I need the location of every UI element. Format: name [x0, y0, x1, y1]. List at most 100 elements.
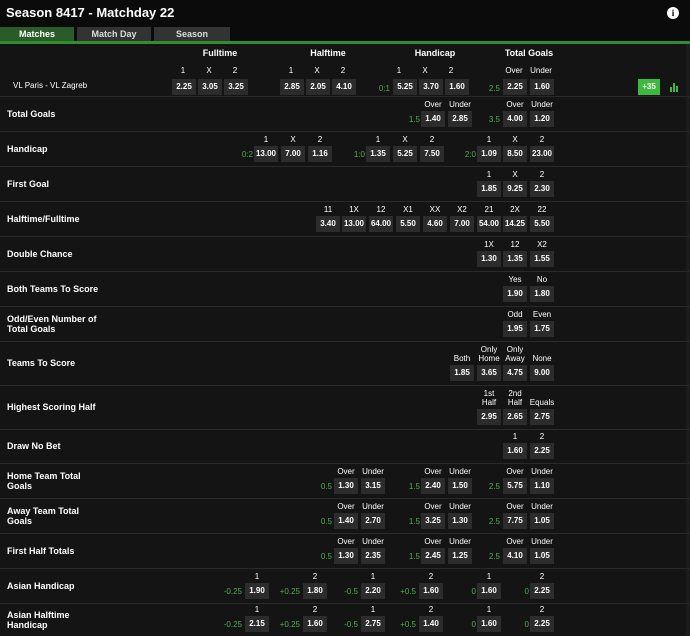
- odds-cell[interactable]: 4.10: [503, 548, 527, 564]
- odds-cell[interactable]: 1.35: [503, 251, 527, 267]
- odds-cell[interactable]: 2.70: [361, 513, 385, 529]
- odds-cell[interactable]: 1.40: [421, 111, 445, 127]
- odds-cell[interactable]: 1.90: [245, 583, 269, 599]
- market-label: Total Goals: [7, 108, 56, 119]
- odds-cell[interactable]: 1.60: [530, 79, 554, 95]
- tab-season[interactable]: Season: [154, 27, 230, 41]
- odds-cell[interactable]: 9.25: [503, 181, 527, 197]
- odds-subheader: 12: [510, 240, 520, 249]
- line-value: -0.5: [344, 620, 358, 629]
- odds-cell[interactable]: 1.30: [334, 478, 358, 494]
- odds-cell[interactable]: 54.00: [477, 216, 501, 232]
- odds-cell[interactable]: 2.40: [421, 478, 445, 494]
- odds-cell[interactable]: 2.95: [477, 409, 501, 425]
- odds-subheader: 2: [428, 605, 434, 614]
- odds-cell[interactable]: 1.30: [477, 251, 501, 267]
- info-icon[interactable]: i: [667, 7, 679, 19]
- odds-cell[interactable]: 1.30: [448, 513, 472, 529]
- odds-cell[interactable]: 5.50: [396, 216, 420, 232]
- odds-cell[interactable]: 1.16: [308, 146, 332, 162]
- odds-cell[interactable]: 23.00: [530, 146, 554, 162]
- odds-cell[interactable]: 14.25: [503, 216, 527, 232]
- odds-cell[interactable]: 1.60: [503, 443, 527, 459]
- odds-cell[interactable]: 5.25: [393, 79, 417, 95]
- odds-cell[interactable]: 1.30: [334, 548, 358, 564]
- odds-cell[interactable]: 3.25: [421, 513, 445, 529]
- odds-cell[interactable]: 1.05: [530, 513, 554, 529]
- odds-cell[interactable]: 2.75: [530, 409, 554, 425]
- scrollbar[interactable]: [686, 44, 690, 636]
- odds-cell[interactable]: 2.25: [530, 583, 554, 599]
- tab-matches[interactable]: Matches: [0, 27, 74, 41]
- odds-cell[interactable]: 1.85: [477, 181, 501, 197]
- odds-cell[interactable]: 2.65: [503, 409, 527, 425]
- odds-cell[interactable]: 3.15: [361, 478, 385, 494]
- more-markets-button[interactable]: +35: [638, 79, 660, 95]
- odds-cell[interactable]: 2.15: [245, 616, 269, 632]
- odds-cell[interactable]: 1.90: [503, 286, 527, 302]
- odds-cell[interactable]: 3.40: [316, 216, 340, 232]
- odds-cell[interactable]: 1.10: [530, 478, 554, 494]
- odds-cell[interactable]: 2.25: [530, 443, 554, 459]
- odds-cell[interactable]: 64.00: [369, 216, 393, 232]
- odds-cell[interactable]: 1.80: [530, 286, 554, 302]
- odds-cell[interactable]: 5.25: [393, 146, 417, 162]
- odds-cell[interactable]: 7.00: [281, 146, 305, 162]
- odds-subheader: Over: [506, 100, 524, 109]
- odds-cell[interactable]: 5.75: [503, 478, 527, 494]
- odds-cell[interactable]: 4.60: [423, 216, 447, 232]
- odds-cell[interactable]: 1.60: [303, 616, 327, 632]
- odds-cell[interactable]: 1.35: [366, 146, 390, 162]
- odds-cell[interactable]: 13.00: [342, 216, 366, 232]
- odds-cell[interactable]: 1.60: [419, 583, 443, 599]
- odds-cell[interactable]: 1.60: [477, 583, 501, 599]
- odds-cell[interactable]: 3.05: [198, 79, 222, 95]
- odds-cell[interactable]: 2.30: [530, 181, 554, 197]
- odds-cell[interactable]: 1.60: [445, 79, 469, 95]
- odds-cell[interactable]: 1.20: [530, 111, 554, 127]
- odds-cell[interactable]: 9.00: [530, 365, 554, 381]
- odds-cell[interactable]: 1.95: [503, 321, 527, 337]
- line-value: -0.25: [223, 587, 242, 596]
- odds-cell[interactable]: 7.00: [450, 216, 474, 232]
- odds-cell[interactable]: 7.50: [420, 146, 444, 162]
- odds-cell[interactable]: 2.20: [361, 583, 385, 599]
- odds-cell[interactable]: 1.40: [334, 513, 358, 529]
- line-value: +0.25: [279, 620, 300, 629]
- odds-cell[interactable]: 3.70: [419, 79, 443, 95]
- odds-cell[interactable]: 1.55: [530, 251, 554, 267]
- odds-cell[interactable]: 2.45: [421, 548, 445, 564]
- odds-cell[interactable]: 4.75: [503, 365, 527, 381]
- market-label: Double Chance: [7, 248, 73, 259]
- tab-match-day[interactable]: Match Day: [77, 27, 151, 41]
- odds-cell[interactable]: 2.75: [361, 616, 385, 632]
- odds-cell[interactable]: 2.85: [448, 111, 472, 127]
- odds-cell[interactable]: 2.85: [280, 79, 304, 95]
- odds-cell[interactable]: 3.25: [224, 79, 248, 95]
- odds-subheader: Only Home: [478, 345, 500, 363]
- odds-cell[interactable]: 2.25: [503, 79, 527, 95]
- odds-cell[interactable]: 4.10: [332, 79, 356, 95]
- match-name[interactable]: VL Paris - VL Zagreb: [13, 81, 87, 90]
- odds-cell[interactable]: 1.50: [448, 478, 472, 494]
- odds-cell[interactable]: 1.25: [448, 548, 472, 564]
- odds-cell[interactable]: 2.35: [361, 548, 385, 564]
- odds-cell[interactable]: 2.25: [530, 616, 554, 632]
- odds-cell[interactable]: 1.05: [530, 548, 554, 564]
- bar-chart-icon[interactable]: [670, 82, 680, 92]
- odds-cell[interactable]: 2.25: [172, 79, 196, 95]
- odds-cell[interactable]: 7.75: [503, 513, 527, 529]
- odds-cell[interactable]: 1.09: [477, 146, 501, 162]
- odds-cell[interactable]: 2.05: [306, 79, 330, 95]
- odds-cell[interactable]: 1.60: [477, 616, 501, 632]
- odds-cell[interactable]: 5.50: [530, 216, 554, 232]
- odds-subheader: Over: [424, 502, 442, 511]
- odds-cell[interactable]: 1.40: [419, 616, 443, 632]
- odds-cell[interactable]: 1.75: [530, 321, 554, 337]
- odds-cell[interactable]: 8.50: [503, 146, 527, 162]
- odds-cell[interactable]: 4.00: [503, 111, 527, 127]
- odds-cell[interactable]: 3.65: [477, 365, 501, 381]
- odds-cell[interactable]: 1.80: [303, 583, 327, 599]
- odds-cell[interactable]: 1.85: [450, 365, 474, 381]
- odds-cell[interactable]: 13.00: [254, 146, 278, 162]
